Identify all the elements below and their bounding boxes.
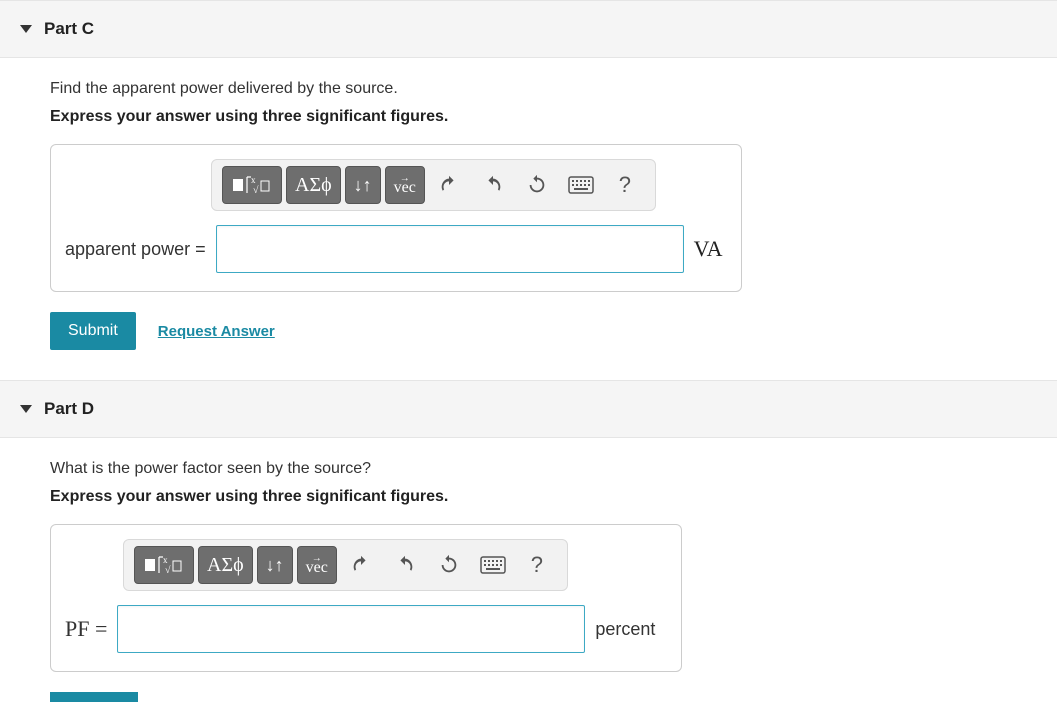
svg-text:x: x — [251, 175, 256, 185]
toolbar: x √ ΑΣϕ ↓↑ → vec — [123, 539, 568, 591]
part-c-answer-box: x √ ΑΣϕ ↓↑ → vec — [50, 144, 742, 292]
vec-button[interactable]: → vec — [297, 546, 337, 584]
svg-text:x: x — [163, 555, 168, 565]
undo-icon[interactable] — [429, 166, 469, 204]
subscript-superscript-button[interactable]: ↓↑ — [257, 546, 293, 584]
part-c-question: Find the apparent power delivered by the… — [50, 80, 1057, 98]
part-c-answer-input[interactable] — [216, 225, 684, 273]
redo-icon[interactable] — [385, 546, 425, 584]
undo-icon[interactable] — [341, 546, 381, 584]
request-answer-link[interactable]: Request Answer — [158, 323, 275, 340]
help-icon[interactable]: ? — [517, 546, 557, 584]
submit-button-partial[interactable] — [50, 692, 138, 702]
part-c-instruction: Express your answer using three signific… — [50, 108, 1057, 126]
subscript-superscript-button[interactable]: ↓↑ — [345, 166, 381, 204]
caret-down-icon[interactable] — [20, 25, 32, 33]
greek-letters-button[interactable]: ΑΣϕ — [286, 166, 341, 204]
part-d-var-label: PF = — [65, 616, 107, 642]
part-d-question: What is the power factor seen by the sou… — [50, 460, 1057, 478]
reset-icon[interactable] — [429, 546, 469, 584]
help-icon[interactable]: ? — [605, 166, 645, 204]
greek-letters-button[interactable]: ΑΣϕ — [198, 546, 253, 584]
part-c-var-label: apparent power = — [65, 239, 206, 260]
svg-text:√: √ — [253, 185, 259, 196]
part-c-actions: Submit Request Answer — [50, 312, 1057, 350]
part-c-body: Find the apparent power delivered by the… — [0, 58, 1057, 380]
part-d-header: Part D — [0, 380, 1057, 438]
part-d-unit: percent — [595, 619, 655, 640]
part-d-instruction: Express your answer using three signific… — [50, 488, 1057, 506]
template-button[interactable]: x √ — [134, 546, 194, 584]
part-d-title: Part D — [44, 399, 94, 419]
svg-text:√: √ — [165, 565, 171, 576]
template-button[interactable]: x √ — [222, 166, 282, 204]
part-d-answer-input[interactable] — [117, 605, 585, 653]
part-d-answer-box: x √ ΑΣϕ ↓↑ → vec — [50, 524, 682, 672]
reset-icon[interactable] — [517, 166, 557, 204]
part-d-body: What is the power factor seen by the sou… — [0, 438, 1057, 702]
redo-icon[interactable] — [473, 166, 513, 204]
part-c-title: Part C — [44, 19, 94, 39]
vec-button[interactable]: → vec — [385, 166, 425, 204]
part-c-unit: VA — [694, 236, 723, 262]
keyboard-icon[interactable] — [561, 166, 601, 204]
toolbar: x √ ΑΣϕ ↓↑ → vec — [211, 159, 656, 211]
part-c-header: Part C — [0, 0, 1057, 58]
keyboard-icon[interactable] — [473, 546, 513, 584]
caret-down-icon[interactable] — [20, 405, 32, 413]
submit-button[interactable]: Submit — [50, 312, 136, 350]
